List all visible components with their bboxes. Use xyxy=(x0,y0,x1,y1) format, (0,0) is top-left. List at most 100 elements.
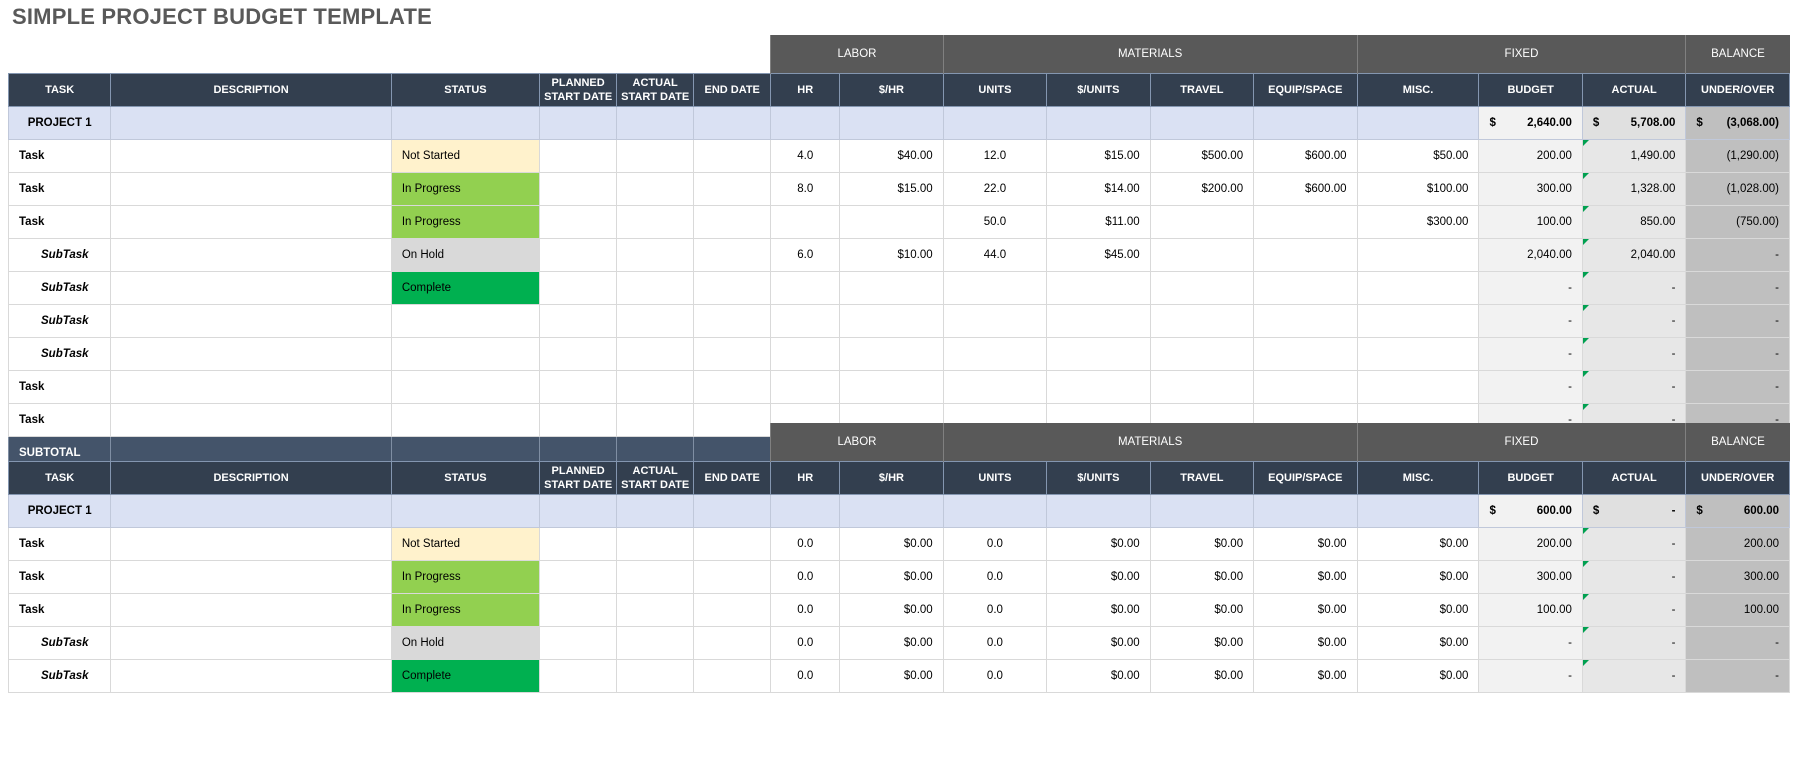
end-date-cell[interactable] xyxy=(693,559,772,594)
misc-cell[interactable]: $100.00 xyxy=(1356,171,1480,206)
task-name[interactable]: Task xyxy=(7,204,112,239)
subtask-name[interactable]: SubTask xyxy=(7,658,112,693)
project-cell[interactable] xyxy=(390,105,541,140)
travel-cell[interactable] xyxy=(1149,369,1255,404)
planned-start-cell[interactable] xyxy=(539,303,618,338)
budget-cell[interactable]: 200.00 xyxy=(1478,526,1583,561)
rate-cell[interactable] xyxy=(839,369,944,404)
status-cell[interactable] xyxy=(390,369,541,404)
unit-cost-cell[interactable]: $0.00 xyxy=(1046,658,1151,693)
actual-cell[interactable]: 2,040.00 xyxy=(1581,237,1687,272)
actual-start-cell[interactable] xyxy=(616,592,695,627)
hr-cell[interactable] xyxy=(770,303,841,338)
planned-start-cell[interactable] xyxy=(539,658,618,693)
status-cell[interactable]: Not Started xyxy=(390,526,541,561)
task-name[interactable]: Task xyxy=(7,171,112,206)
equip-cell[interactable]: $600.00 xyxy=(1253,138,1358,173)
project-cell[interactable] xyxy=(616,493,695,528)
units-cell[interactable] xyxy=(942,270,1048,305)
equip-cell[interactable]: $0.00 xyxy=(1253,658,1358,693)
misc-cell[interactable]: $0.00 xyxy=(1356,658,1480,693)
actual-cell[interactable]: - xyxy=(1581,559,1687,594)
misc-cell[interactable] xyxy=(1356,237,1480,272)
hr-cell[interactable] xyxy=(770,204,841,239)
status-cell[interactable]: In Progress xyxy=(390,171,541,206)
project-balance[interactable]: $600.00 xyxy=(1685,493,1790,528)
actual-cell[interactable]: 1,490.00 xyxy=(1581,138,1687,173)
planned-start-cell[interactable] xyxy=(539,237,618,272)
task-name[interactable]: Task xyxy=(7,592,112,627)
project-cell[interactable] xyxy=(110,493,392,528)
description-cell[interactable] xyxy=(110,270,392,305)
misc-cell[interactable]: $0.00 xyxy=(1356,625,1480,660)
balance-cell[interactable]: - xyxy=(1685,658,1790,693)
project-name[interactable]: PROJECT 1 xyxy=(7,493,112,528)
project-cell[interactable] xyxy=(839,493,944,528)
rate-cell[interactable]: $0.00 xyxy=(839,559,944,594)
status-cell[interactable]: Complete xyxy=(390,658,541,693)
end-date-cell[interactable] xyxy=(693,526,772,561)
misc-cell[interactable]: $0.00 xyxy=(1356,526,1480,561)
actual-cell[interactable]: 850.00 xyxy=(1581,204,1687,239)
misc-cell[interactable]: $50.00 xyxy=(1356,138,1480,173)
project-cell[interactable] xyxy=(839,105,944,140)
equip-cell[interactable] xyxy=(1253,303,1358,338)
project-cell[interactable] xyxy=(1356,105,1480,140)
equip-cell[interactable]: $600.00 xyxy=(1253,171,1358,206)
units-cell[interactable]: 0.0 xyxy=(942,625,1048,660)
units-cell[interactable] xyxy=(942,336,1048,371)
units-cell[interactable]: 0.0 xyxy=(942,658,1048,693)
budget-cell[interactable]: - xyxy=(1478,625,1583,660)
project-cell[interactable] xyxy=(770,493,841,528)
end-date-cell[interactable] xyxy=(693,138,772,173)
budget-cell[interactable]: 100.00 xyxy=(1478,592,1583,627)
project-cell[interactable] xyxy=(1046,105,1151,140)
travel-cell[interactable]: $0.00 xyxy=(1149,592,1255,627)
actual-cell[interactable]: - xyxy=(1581,369,1687,404)
planned-start-cell[interactable] xyxy=(539,336,618,371)
unit-cost-cell[interactable]: $45.00 xyxy=(1046,237,1151,272)
budget-cell[interactable]: - xyxy=(1478,270,1583,305)
actual-start-cell[interactable] xyxy=(616,625,695,660)
rate-cell[interactable]: $0.00 xyxy=(839,592,944,627)
description-cell[interactable] xyxy=(110,526,392,561)
actual-cell[interactable]: - xyxy=(1581,336,1687,371)
actual-start-cell[interactable] xyxy=(616,270,695,305)
status-cell[interactable] xyxy=(390,303,541,338)
units-cell[interactable] xyxy=(942,369,1048,404)
misc-cell[interactable] xyxy=(1356,270,1480,305)
budget-cell[interactable]: - xyxy=(1478,303,1583,338)
units-cell[interactable]: 0.0 xyxy=(942,526,1048,561)
status-cell[interactable]: On Hold xyxy=(390,237,541,272)
end-date-cell[interactable] xyxy=(693,336,772,371)
actual-start-cell[interactable] xyxy=(616,369,695,404)
end-date-cell[interactable] xyxy=(693,369,772,404)
planned-start-cell[interactable] xyxy=(539,138,618,173)
rate-cell[interactable] xyxy=(839,204,944,239)
balance-cell[interactable]: (1,028.00) xyxy=(1685,171,1790,206)
misc-cell[interactable] xyxy=(1356,303,1480,338)
unit-cost-cell[interactable]: $0.00 xyxy=(1046,559,1151,594)
status-cell[interactable]: Complete xyxy=(390,270,541,305)
subtask-name[interactable]: SubTask xyxy=(7,270,112,305)
project-budget[interactable]: $600.00 xyxy=(1478,493,1583,528)
status-cell[interactable]: In Progress xyxy=(390,559,541,594)
equip-cell[interactable]: $0.00 xyxy=(1253,559,1358,594)
hr-cell[interactable]: 0.0 xyxy=(770,526,841,561)
planned-start-cell[interactable] xyxy=(539,526,618,561)
units-cell[interactable]: 22.0 xyxy=(942,171,1048,206)
planned-start-cell[interactable] xyxy=(539,369,618,404)
project-cell[interactable] xyxy=(1253,493,1358,528)
task-name[interactable]: Task xyxy=(7,559,112,594)
actual-cell[interactable]: - xyxy=(1581,270,1687,305)
unit-cost-cell[interactable]: $14.00 xyxy=(1046,171,1151,206)
status-cell[interactable]: On Hold xyxy=(390,625,541,660)
equip-cell[interactable]: $0.00 xyxy=(1253,526,1358,561)
actual-cell[interactable]: - xyxy=(1581,303,1687,338)
budget-cell[interactable]: 2,040.00 xyxy=(1478,237,1583,272)
hr-cell[interactable] xyxy=(770,369,841,404)
end-date-cell[interactable] xyxy=(693,270,772,305)
actual-start-cell[interactable] xyxy=(616,658,695,693)
project-cell[interactable] xyxy=(1356,493,1480,528)
balance-cell[interactable]: (1,290.00) xyxy=(1685,138,1790,173)
